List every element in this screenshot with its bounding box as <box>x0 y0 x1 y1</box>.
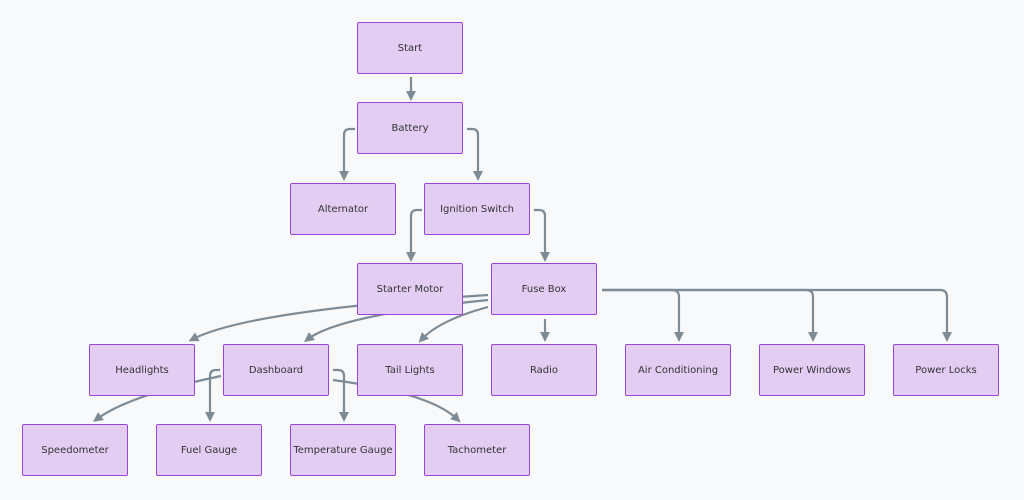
node-start: Start <box>357 22 463 74</box>
node-speedometer: Speedometer <box>22 424 128 476</box>
edge-battery-alternator <box>339 127 355 181</box>
node-alternator: Alternator <box>290 183 396 235</box>
node-radio: Radio <box>491 344 597 396</box>
node-tachometer: Tachometer <box>424 424 530 476</box>
node-ignition-switch: Ignition Switch <box>424 183 530 235</box>
edge-dashboard-temp <box>333 368 349 422</box>
node-power-locks: Power Locks <box>893 344 999 396</box>
node-fuse-box: Fuse Box <box>491 263 597 315</box>
node-tail-lights: Tail Lights <box>357 344 463 396</box>
node-battery: Battery <box>357 102 463 154</box>
edge-fuse-windows <box>602 288 818 342</box>
node-dashboard: Dashboard <box>223 344 329 396</box>
edge-ignition-fuse <box>534 208 550 262</box>
node-headlights: Headlights <box>89 344 195 396</box>
edge-battery-ignition <box>467 127 483 181</box>
node-fuel-gauge: Fuel Gauge <box>156 424 262 476</box>
edge-fuse-ac <box>602 288 684 342</box>
node-air-conditioning: Air Conditioning <box>625 344 731 396</box>
node-starter-motor: Starter Motor <box>357 263 463 315</box>
edge-fuse-locks <box>602 288 952 342</box>
node-power-windows: Power Windows <box>759 344 865 396</box>
edge-ignition-starter <box>406 208 422 262</box>
flowchart: Start Battery Alternator Ignition Switch… <box>0 0 1024 500</box>
node-temperature-gauge: Temperature Gauge <box>290 424 396 476</box>
